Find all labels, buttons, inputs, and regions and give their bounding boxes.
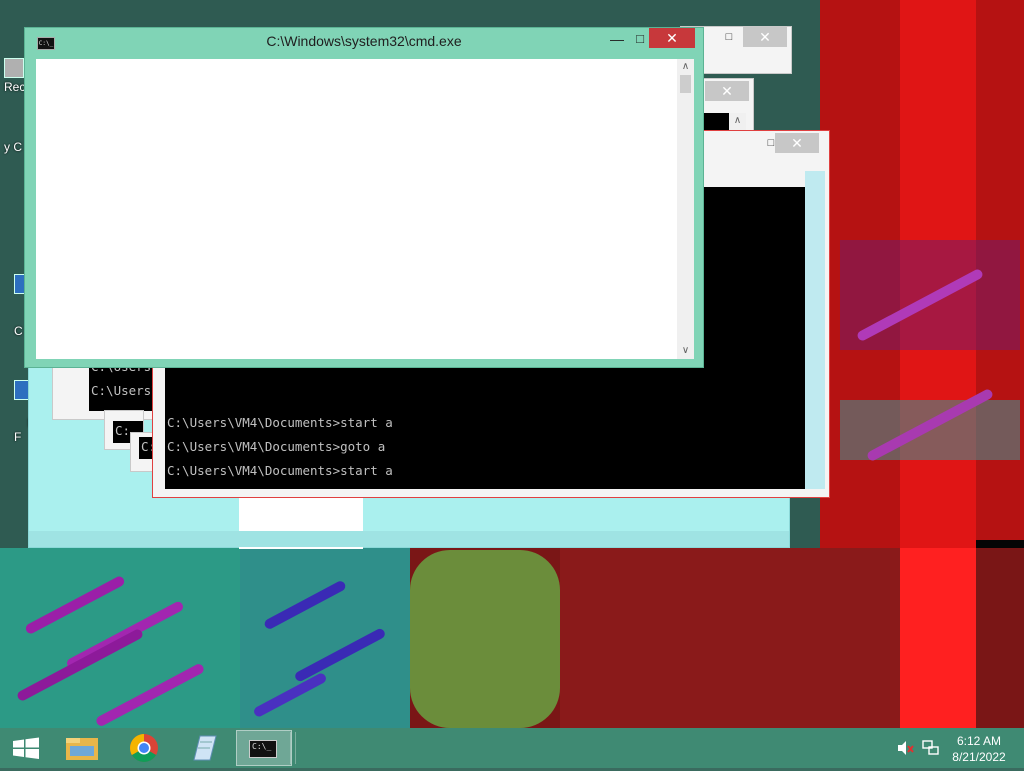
wallpaper-face: [410, 550, 560, 728]
volume-muted-icon[interactable]: [896, 740, 914, 756]
taskbar-chrome[interactable]: [116, 730, 172, 766]
wallpaper-bright-red: [900, 548, 976, 728]
cmd-window-front[interactable]: C:\_ C:\Windows\system32\cmd.exe — □ ✕ ∧…: [24, 27, 704, 368]
taskbar-notepad[interactable]: [176, 730, 232, 766]
minimize-button[interactable]: —: [603, 28, 631, 50]
vertical-scrollbar[interactable]: [805, 171, 825, 489]
console-line: C:\Users\VM4\Documents>start a: [167, 415, 393, 430]
start-button[interactable]: [0, 730, 56, 766]
desktop-icon-label: Rec: [4, 80, 26, 94]
scroll-up-arrow[interactable]: ∧: [729, 113, 746, 129]
console-line: C:\Users\VM4\Documents>start a: [167, 463, 393, 478]
clock-time[interactable]: 6:12 AM: [944, 734, 1014, 748]
close-button[interactable]: ✕: [775, 133, 819, 153]
maximize-button[interactable]: □: [631, 28, 649, 50]
window-bottom-edge: [29, 531, 789, 547]
clock-date[interactable]: 8/21/2022: [944, 750, 1014, 764]
windows-logo-icon: [13, 737, 39, 759]
close-button[interactable]: ✕: [743, 27, 787, 47]
scroll-thumb[interactable]: [680, 75, 691, 93]
network-icon[interactable]: [922, 740, 940, 756]
window-title: C:\Windows\system32\cmd.exe: [266, 33, 462, 49]
close-button[interactable]: ✕: [649, 28, 695, 48]
chrome-icon: [130, 734, 158, 762]
desktop-icon-label: y C: [4, 140, 22, 154]
console-line: C:: [115, 423, 131, 438]
cmd-icon: C:\_: [249, 740, 277, 758]
taskbar-file-explorer[interactable]: [56, 730, 112, 766]
taskbar: C:\_ 6:12 AM 8/21/2022: [0, 728, 1024, 768]
vertical-scrollbar[interactable]: ∧ ∨: [677, 59, 694, 359]
taskbar-cmd[interactable]: C:\_: [236, 730, 292, 766]
recycle-bin-icon: [4, 58, 24, 78]
notepad-icon: [193, 735, 217, 761]
scroll-up-arrow[interactable]: ∧: [677, 59, 694, 75]
desktop: Rec y C G C M F □ ✕ ✕ C:\Users\VM4\Docum…: [0, 0, 1024, 728]
console-line: C:\Users\VM4\Documents>goto a: [167, 439, 386, 454]
close-button[interactable]: ✕: [705, 81, 749, 101]
scroll-down-arrow[interactable]: ∨: [677, 343, 694, 359]
window-client-area[interactable]: [36, 59, 694, 359]
taskbar-separator: [290, 732, 296, 764]
wallpaper-red-mid: [560, 548, 900, 728]
folder-icon: [66, 738, 98, 760]
